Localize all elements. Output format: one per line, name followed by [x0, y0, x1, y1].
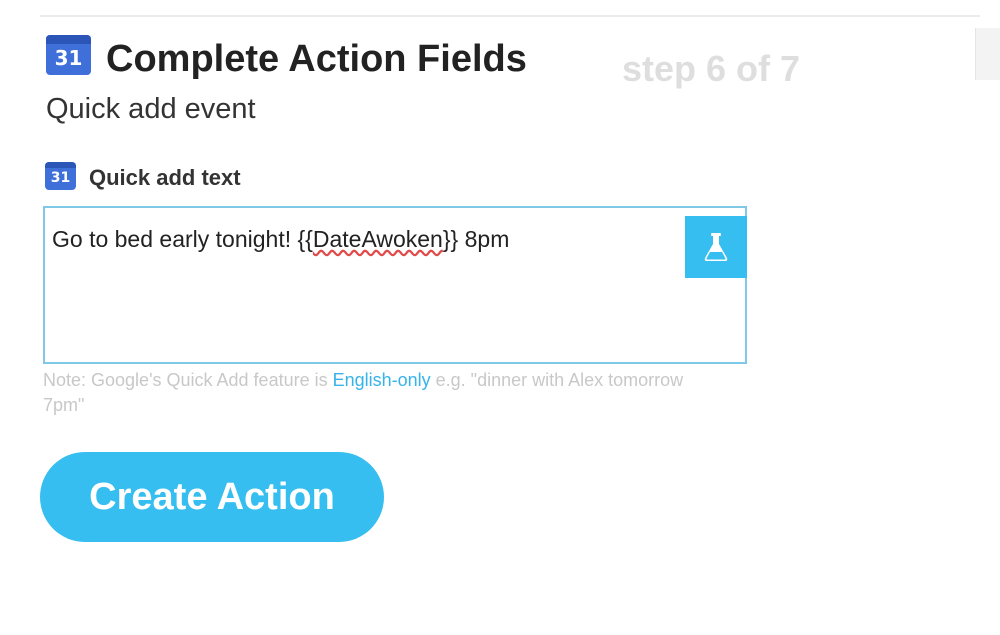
- page: 31 Complete Action Fields step 6 of 7 Qu…: [0, 0, 1000, 635]
- calendar-icon-date: 31: [54, 46, 83, 70]
- flask-icon: [704, 233, 728, 261]
- calendar-icon-date: 31: [50, 170, 71, 186]
- action-name: Quick add event: [46, 93, 256, 125]
- english-only-link[interactable]: English-only: [333, 370, 431, 390]
- google-calendar-icon: 31: [45, 162, 76, 190]
- page-title: Complete Action Fields: [106, 38, 527, 80]
- ingredient-token[interactable]: DateAwoken: [313, 226, 443, 252]
- field-value[interactable]: Go to bed early tonight! {{DateAwoken}} …: [52, 226, 509, 253]
- field-value-prefix: Go to bed early tonight! {{: [52, 226, 313, 252]
- add-ingredient-button[interactable]: [685, 216, 747, 278]
- step-indicator: step 6 of 7: [622, 48, 801, 89]
- field-value-suffix: }} 8pm: [442, 226, 510, 252]
- field-label: Quick add text: [89, 165, 241, 190]
- side-panel-edge: [975, 28, 1000, 80]
- help-note: Note: Google's Quick Add feature is Engl…: [43, 368, 713, 418]
- google-calendar-icon: 31: [46, 35, 91, 75]
- help-note-prefix: Note: Google's Quick Add feature is: [43, 370, 333, 390]
- divider: [40, 15, 980, 17]
- create-action-button[interactable]: Create Action: [40, 452, 384, 542]
- quick-add-text-field[interactable]: Go to bed early tonight! {{DateAwoken}} …: [43, 206, 747, 364]
